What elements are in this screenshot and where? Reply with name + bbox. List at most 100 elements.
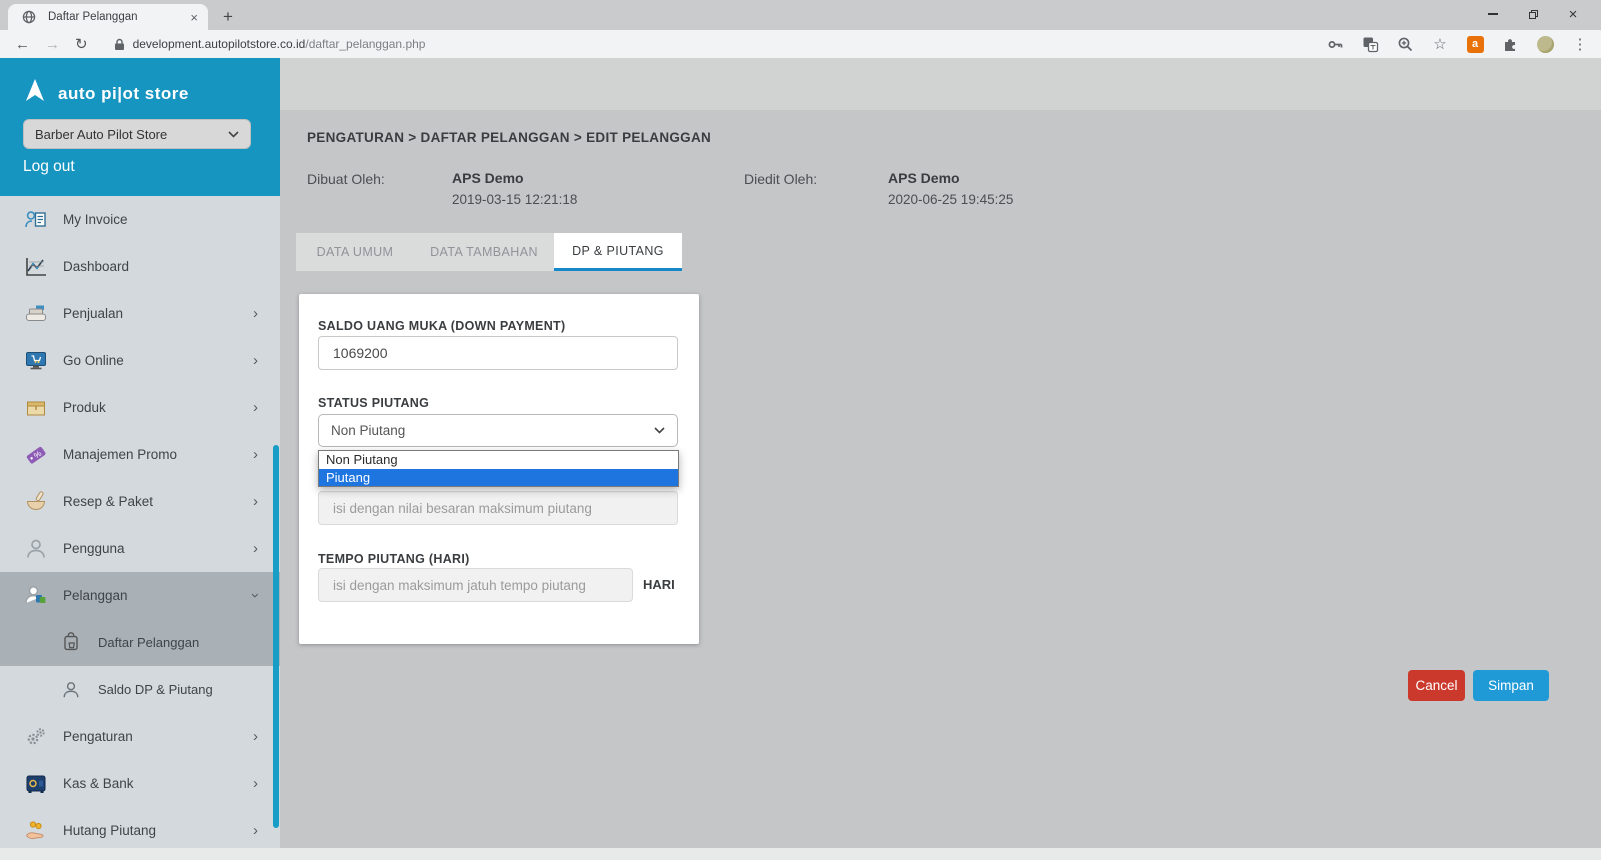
restore-button[interactable] [1513,0,1553,28]
paper-plane-logo-icon [23,78,47,109]
browser-tab[interactable]: Daftar Pelanggan × [8,4,208,30]
sidebar-item-label: Daftar Pelanggan [98,635,268,650]
online-store-monitor-icon [23,348,49,374]
sidebar-item-label: Produk [63,400,239,415]
url-path: /daftar_pelanggan.php [305,37,425,51]
browser-tabstrip: Daftar Pelanggan × + × [0,0,1601,30]
sidebar-item-pengguna[interactable]: Pengguna › [0,525,280,572]
sidebar-item-label: Resep & Paket [63,494,239,509]
chevron-right-icon: › [253,775,258,792]
brand: auto pi|ot store [0,58,280,109]
new-tab-button[interactable]: + [216,5,240,29]
chevron-right-icon: › [253,352,258,369]
box-icon [23,395,49,421]
sidebar-item-saldo-dp-piutang[interactable]: Saldo DP & Piutang [0,666,280,713]
close-icon: × [1569,7,1578,22]
avatar-icon [1537,36,1554,53]
translate-icon[interactable] [1359,33,1381,55]
sidebar-item-dashboard[interactable]: Dashboard [0,243,280,290]
gears-icon [23,724,49,750]
chevron-down-icon [228,131,239,138]
tab-data-umum[interactable]: DATA UMUM [296,233,414,271]
password-key-icon[interactable] [1324,33,1346,55]
store-selector-value: Barber Auto Pilot Store [35,127,167,142]
restore-icon [1529,10,1538,19]
dp-label: SALDO UANG MUKA (DOWN PAYMENT) [318,319,565,333]
edited-by-user: APS Demo [888,170,960,186]
customer-bags-icon [23,583,49,609]
browser-menu-icon[interactable]: ⋮ [1569,33,1591,55]
hand-coins-icon [23,818,49,844]
reload-button[interactable]: ↻ [75,37,88,52]
minimize-icon [1488,13,1498,15]
sidebar-item-manajemen-promo[interactable]: % Manajemen Promo › [0,431,280,478]
sidebar-item-produk[interactable]: Produk › [0,384,280,431]
sidebar-menu: My Invoice Dashboard Penjualan › Go Onl [0,196,280,860]
profile-avatar[interactable] [1534,33,1556,55]
status-piutang-select[interactable]: Non Piutang [318,414,678,447]
sidebar-header: auto pi|ot store Barber Auto Pilot Store… [0,58,280,196]
zoom-icon[interactable] [1394,33,1416,55]
bookmark-star-icon[interactable]: ☆ [1429,33,1451,55]
store-selector[interactable]: Barber Auto Pilot Store [23,119,251,149]
simpan-button[interactable]: Simpan [1473,670,1549,701]
sidebar-item-label: Pengaturan [63,729,239,744]
cancel-button[interactable]: Cancel [1408,670,1465,701]
clipboard-icon [58,630,84,656]
sidebar-item-pelanggan[interactable]: Pelanggan › [0,572,280,619]
back-button[interactable]: ← [15,37,30,52]
breadcrumb: PENGATURAN > DAFTAR PELANGGAN > EDIT PEL… [307,130,711,145]
tempo-piutang-input [318,568,633,602]
extensions-puzzle-icon[interactable] [1499,33,1521,55]
sidebar-item-pengaturan[interactable]: Pengaturan › [0,713,280,760]
sidebar-item-label: Saldo DP & Piutang [98,682,268,697]
window-controls: × [1473,0,1593,28]
edited-by-label: Diedit Oleh: [744,171,817,187]
logout-link[interactable]: Log out [23,158,75,176]
sidebar-item-label: Dashboard [63,259,268,274]
edited-by-timestamp: 2020-06-25 19:45:25 [888,192,1013,207]
dropdown-option-piutang[interactable]: Piutang [319,469,678,487]
dropdown-option-non-piutang[interactable]: Non Piutang [319,451,678,469]
sidebar-scrollbar[interactable] [273,445,279,828]
shop-extension-icon[interactable]: a [1464,33,1486,55]
hari-suffix: HARI [643,577,675,592]
lock-icon [114,38,125,51]
chevron-right-icon: › [253,493,258,510]
pelanggan-group: Pelanggan › Daftar Pelanggan [0,572,280,666]
tab-close-icon[interactable]: × [190,11,198,24]
minimize-button[interactable] [1473,0,1513,28]
tempo-piutang-label: TEMPO PIUTANG (HARI) [318,552,470,566]
dp-input[interactable] [318,336,678,370]
chevron-down-icon [654,427,665,434]
close-window-button[interactable]: × [1553,0,1593,28]
url-domain: development.autopilotstore.co.id [133,37,306,51]
browser-toolbar: ← → ↻ development.autopilotstore.co.id/d… [0,30,1601,58]
status-piutang-value: Non Piutang [331,423,405,438]
chevron-right-icon: › [253,399,258,416]
tab-data-tambahan[interactable]: DATA TAMBAHAN [414,233,554,271]
maksimum-piutang-input [318,491,678,525]
status-piutang-dropdown: Non Piutang Piutang [318,450,679,487]
sidebar-item-label: Pengguna [63,541,239,556]
created-by-label: Dibuat Oleh: [307,171,385,187]
sidebar-item-penjualan[interactable]: Penjualan › [0,290,280,337]
url-bar[interactable]: development.autopilotstore.co.id/daftar_… [133,37,426,51]
chevron-right-icon: › [253,822,258,839]
forward-button[interactable]: → [45,37,60,52]
sidebar-item-daftar-pelanggan[interactable]: Daftar Pelanggan [0,619,280,666]
sidebar-item-my-invoice[interactable]: My Invoice [0,196,280,243]
tab-dp-piutang[interactable]: DP & PIUTANG [554,233,682,271]
chevron-down-icon: › [247,593,264,598]
sidebar-item-resep-paket[interactable]: Resep & Paket › [0,478,280,525]
person-outline-icon [58,677,84,703]
sidebar-item-go-online[interactable]: Go Online › [0,337,280,384]
chevron-right-icon: › [253,728,258,745]
sidebar-item-hutang-piutang[interactable]: Hutang Piutang › [0,807,280,854]
sidebar-item-label: Go Online [63,353,239,368]
sidebar-item-kas-bank[interactable]: Kas & Bank › [0,760,280,807]
window-bottom-edge [0,848,1601,860]
globe-favicon-icon [18,6,40,28]
sidebar-item-label: Kas & Bank [63,776,239,791]
cash-register-icon [23,301,49,327]
